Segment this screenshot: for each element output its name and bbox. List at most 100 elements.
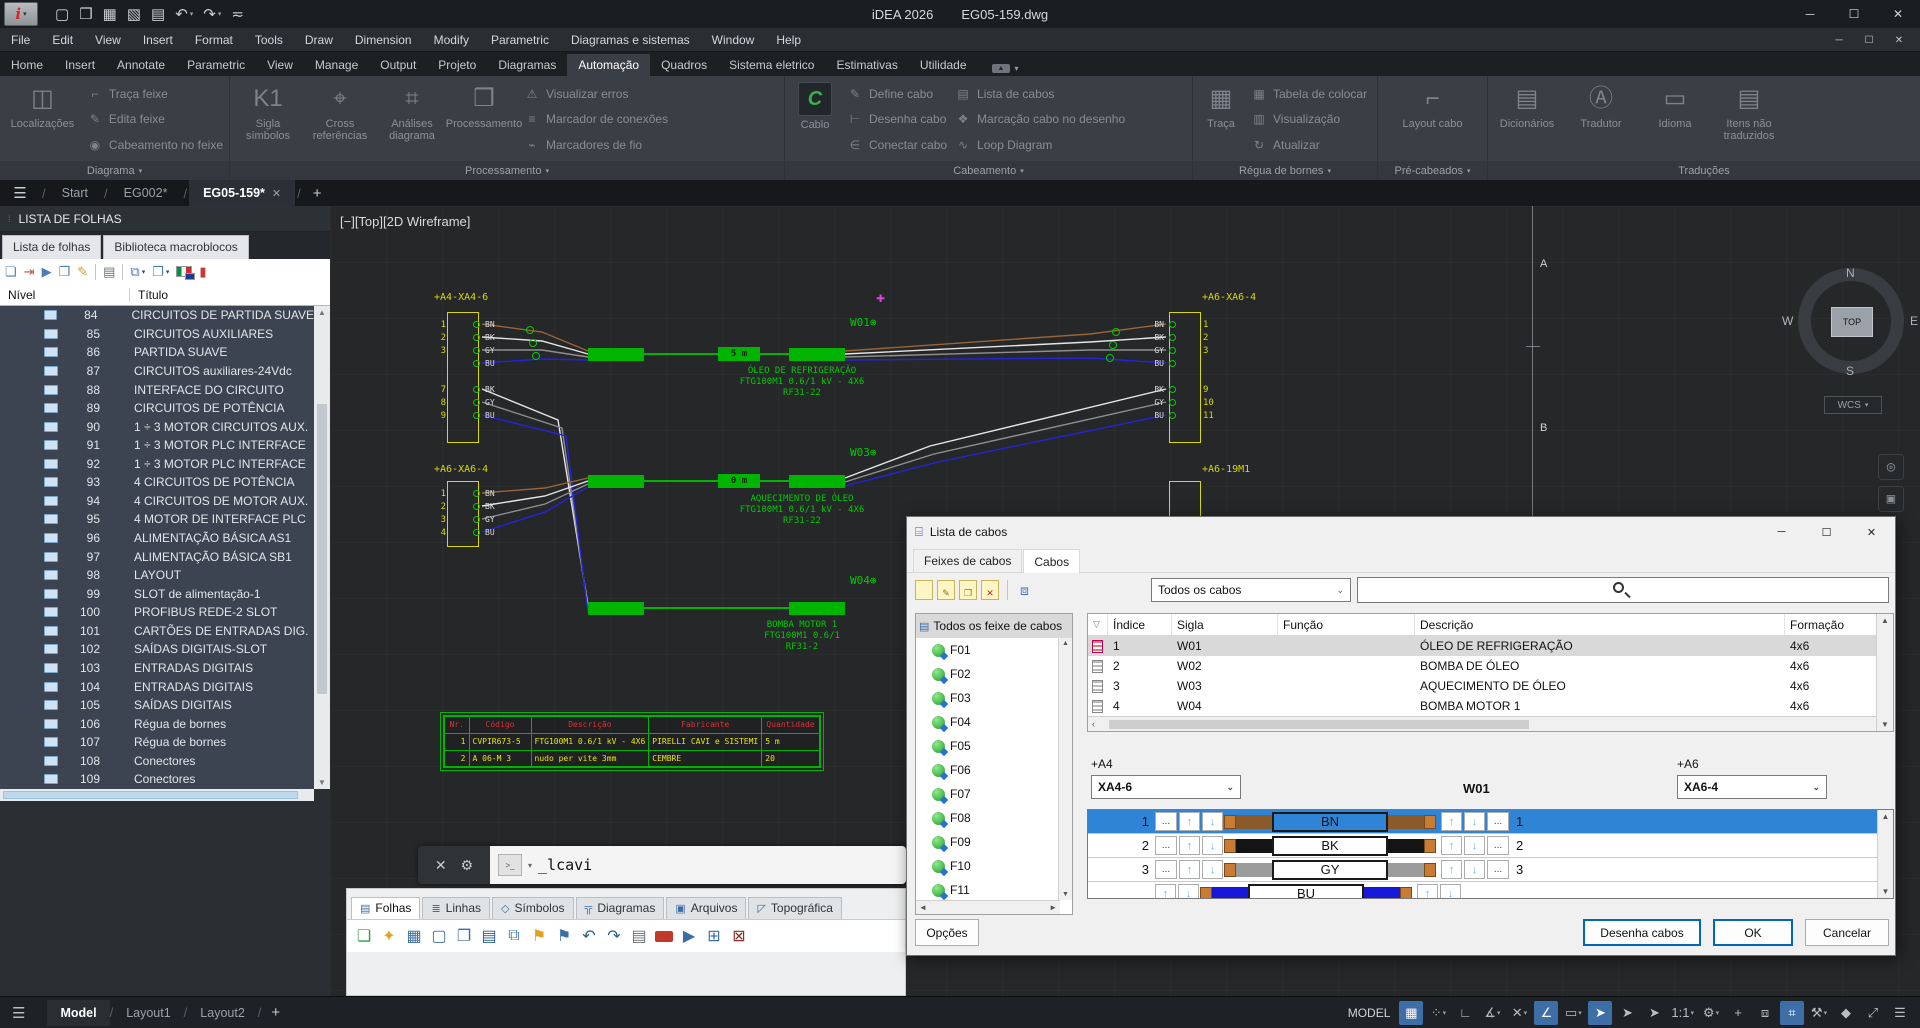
wire-options-button[interactable]: ... [1155, 836, 1177, 855]
isodraft-icon[interactable]: ✕▾ [1507, 1001, 1531, 1025]
tree-item[interactable]: F04 [916, 710, 1058, 734]
scroll-left-icon[interactable]: ‹ [1092, 719, 1095, 729]
ribbon-tab[interactable]: Sistema eletrico [718, 54, 825, 76]
ribbon-tab[interactable]: Annotate [106, 54, 176, 76]
traca-button[interactable]: ▦ Traça [1195, 78, 1247, 161]
close-panel-icon[interactable]: ⊠ [730, 926, 748, 946]
dock-tab-linhas[interactable]: ≣ Linhas [422, 897, 490, 919]
tree-item[interactable]: F01 [916, 638, 1058, 662]
sheet-list-row[interactable]: 86 PARTIDA SUAVE [0, 343, 314, 362]
mdi-close-button[interactable]: ✕ [1884, 28, 1914, 52]
dialog-titlebar[interactable]: ⌸ Lista de cabos [907, 517, 1895, 547]
group-label-processamento[interactable]: Processamento▾ [230, 161, 784, 180]
ribbon-tab[interactable]: Estimativas [825, 54, 908, 76]
ribbon-tab[interactable]: Manage [304, 54, 369, 76]
toolbar-icon[interactable] [95, 264, 96, 280]
cable-table-row[interactable]: 3 W03 AQUECIMENTO DE ÓLEO 4x6 [1088, 676, 1893, 696]
object-snap-tracking-icon[interactable]: ∠ [1534, 1001, 1558, 1025]
sheet-list-row[interactable]: 97 ALIMENTAÇÃO BÁSICA SB1 [0, 547, 314, 566]
cancel-button[interactable]: Cancelar [1805, 919, 1889, 946]
move-up-icon[interactable]: ↑ [1179, 836, 1200, 855]
panel-tab[interactable]: Biblioteca macroblocos [103, 235, 248, 259]
bookmark-icon[interactable]: ⚑ [555, 926, 573, 946]
menu-item[interactable]: Window [701, 33, 766, 47]
print-icon[interactable]: ▤ [148, 5, 168, 23]
menu-item[interactable]: Edit [41, 33, 84, 47]
polar-tracking-icon[interactable]: ∡▾ [1480, 1001, 1504, 1025]
layout-tab[interactable]: Layout2 [187, 1000, 257, 1026]
sheet-icon[interactable]: ▢ [430, 926, 448, 946]
ribbon-big-button[interactable]: ⌗ Análises diagrama [376, 78, 448, 161]
sheet-list-row[interactable]: 96 ALIMENTAÇÃO BÁSICA AS1 [0, 529, 314, 548]
attach-icon[interactable]: ⧉ ▾ [130, 264, 145, 280]
ribbon-button[interactable]: ▦Tabela de colocar [1251, 81, 1367, 106]
dock-tab-arquivos[interactable]: ▣ Arquivos [666, 897, 746, 919]
document-tab[interactable]: EG002* [110, 180, 182, 206]
mdi-minimize-button[interactable]: ─ [1824, 28, 1854, 52]
sheet-list-row[interactable]: 98 LAYOUT [0, 566, 314, 585]
dock-tab-topografica[interactable]: ◸ Topográfica [748, 897, 842, 919]
menu-item[interactable]: Insert [132, 33, 184, 47]
table-horizontal-scrollbar[interactable]: ‹ › [1088, 716, 1893, 731]
close-command-icon[interactable]: ✕ [435, 857, 447, 874]
sheet-list-row[interactable]: 108 Conectores [0, 752, 314, 771]
compass-west[interactable]: W [1782, 314, 1793, 328]
save-as-icon[interactable]: ▧ [124, 5, 144, 23]
tree-item[interactable]: F03 [916, 686, 1058, 710]
new-sheet-icon[interactable]: ❏ [5, 264, 17, 280]
move-down-icon[interactable]: ↓ [1202, 812, 1223, 831]
ribbon-button[interactable]: ⊢Desenha cabo [847, 107, 947, 132]
menu-item[interactable]: Format [184, 33, 244, 47]
ribbon-button[interactable]: ↻Atualizar [1251, 133, 1367, 158]
menu-item[interactable]: Parametric [480, 33, 560, 47]
minimize-button[interactable]: ─ [1788, 0, 1832, 28]
move-up-icon[interactable]: ↑ [1441, 812, 1462, 831]
ribbon-button[interactable]: ∈Conectar cabo [847, 133, 947, 158]
sheet-list-row[interactable]: 100 PROFIBUS REDE-2 SLOT [0, 603, 314, 622]
sheet-list-row[interactable]: 85 CIRCUITOS AUXILIARES [0, 325, 314, 344]
sheet-list-row[interactable]: 109 Conectores [0, 770, 314, 789]
sheet-list-row[interactable]: 101 CARTÕES DE ENTRADAS DIG. [0, 622, 314, 641]
dock-tab-folhas[interactable]: ▤ Folhas [351, 897, 420, 919]
tree-item[interactable]: F06 [916, 758, 1058, 782]
annotation-visibility-icon[interactable]: + [1726, 1001, 1750, 1025]
wire-row[interactable]: ↑ ↓ BU ↑ ↓ [1088, 882, 1893, 899]
ribbon-tab[interactable]: Parametric [176, 54, 256, 76]
tree-item[interactable]: F07 [916, 782, 1058, 806]
layout-tab[interactable]: Model [47, 1000, 109, 1026]
viewcube-top-face[interactable]: TOP [1831, 307, 1873, 337]
sheet-list-row[interactable]: 102 SAÍDAS DIGITAIS-SLOT [0, 640, 314, 659]
chevron-down-icon[interactable]: ▾ [528, 861, 532, 870]
sheet-list-row[interactable]: 107 Régua de bornes [0, 733, 314, 752]
tree-item[interactable]: F10 [916, 854, 1058, 878]
lineweight-icon[interactable]: ➤ [1615, 1001, 1639, 1025]
dialog-maximize-button[interactable]: ☐ [1804, 518, 1849, 546]
ortho-mode-icon[interactable]: ∟ [1453, 1001, 1477, 1025]
move-up-icon[interactable]: ↑ [1179, 812, 1200, 831]
wire-row[interactable]: 3 ... ↑ ↓ GY ↑ ↓ ... 3 [1088, 858, 1893, 882]
model-space-label[interactable]: MODEL [1348, 1006, 1391, 1020]
sheet-list-row[interactable]: 92 1 ÷ 3 MOTOR PLC INTERFACE [0, 455, 314, 474]
ribbon-button[interactable]: ∿Loop Diagram [955, 133, 1125, 158]
command-input[interactable]: >_ ▾ _lcavi [490, 846, 906, 884]
ok-button[interactable]: OK [1713, 919, 1793, 946]
document-tab[interactable]: EG05-159* ✕ [189, 180, 295, 206]
redo-icon[interactable]: ↷▾ [200, 5, 224, 23]
ribbon-button[interactable]: ⌁Marcadores de fio [524, 133, 668, 158]
new-file-icon[interactable]: ▢ [52, 5, 72, 23]
group-label-pre-cabeados[interactable]: Pré-cabeados▾ [1378, 161, 1487, 180]
document-tab[interactable]: Start [48, 180, 102, 206]
annotation-scale-icon[interactable]: 1:1▾ [1669, 1001, 1696, 1025]
print-sheet-icon[interactable]: ▤ [103, 264, 115, 280]
ribbon-big-button[interactable]: ⌖ Cross referências [304, 78, 376, 161]
scrollbar-thumb[interactable] [317, 404, 327, 694]
attach-icon[interactable]: ⧉ [505, 927, 523, 945]
sheet-list-row[interactable]: 106 Régua de bornes [0, 714, 314, 733]
column-header[interactable]: Sigla [1172, 614, 1278, 635]
units-icon[interactable]: ⧈ [1753, 1001, 1777, 1025]
dialog-minimize-button[interactable]: ─ [1759, 518, 1804, 546]
pdf-export-icon[interactable]: PDF [655, 931, 673, 942]
panel-tab[interactable]: Lista de folhas [2, 235, 101, 259]
compass-north[interactable]: N [1846, 266, 1855, 280]
wire-options-button[interactable]: ... [1155, 860, 1177, 879]
